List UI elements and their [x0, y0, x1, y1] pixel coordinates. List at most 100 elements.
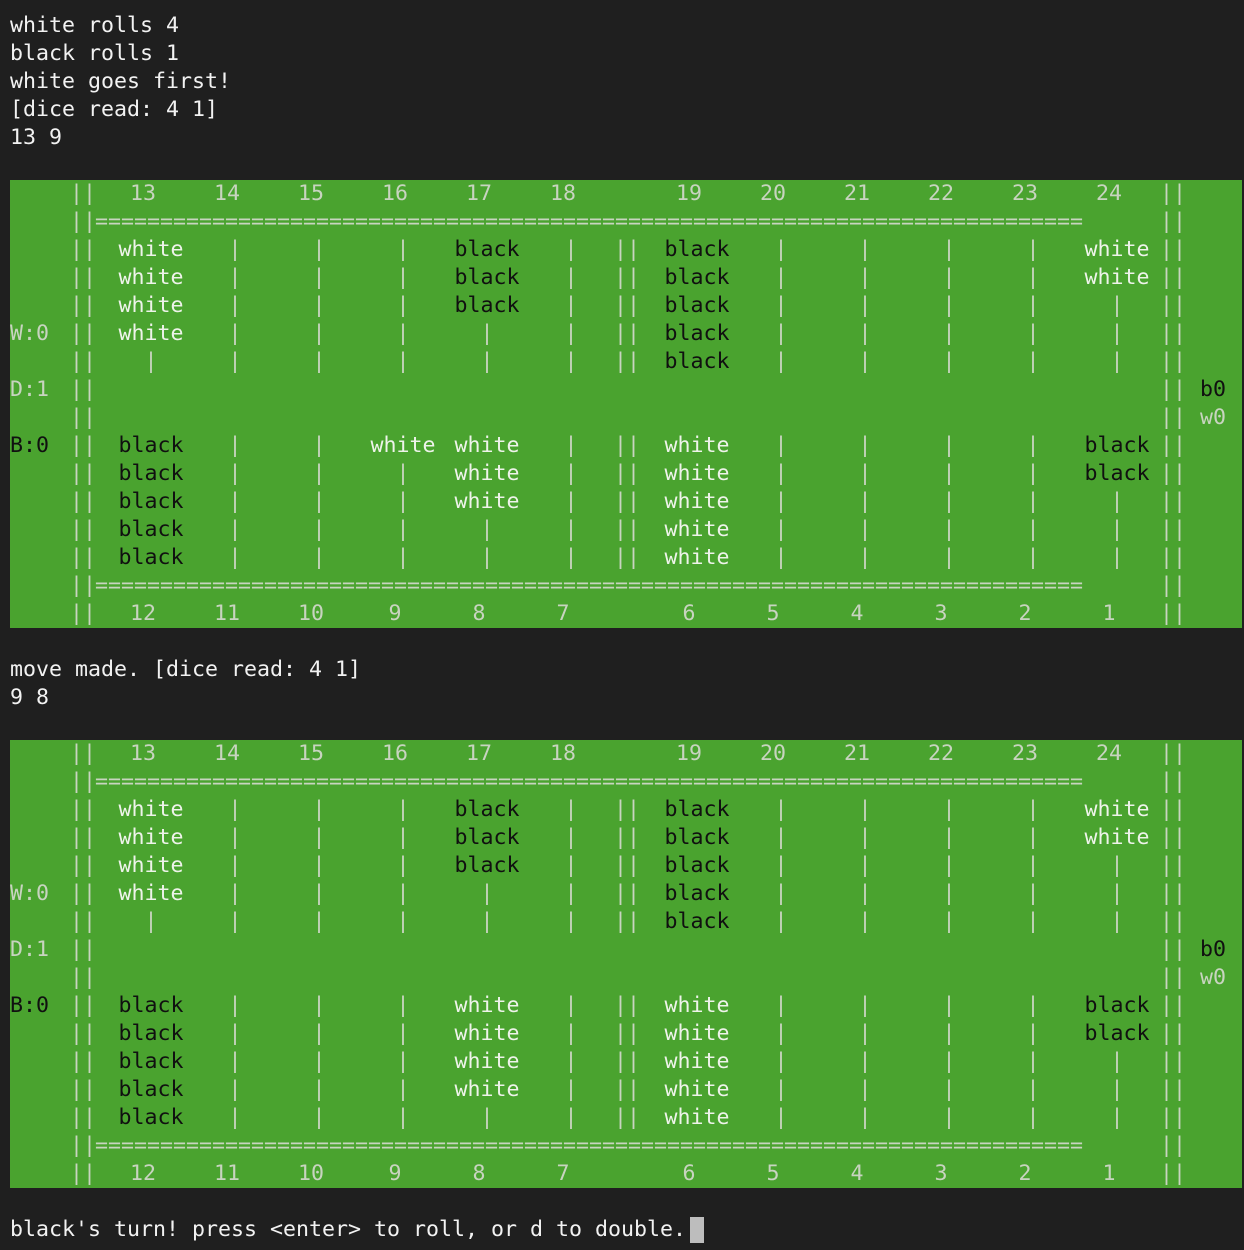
- white-checker: white: [664, 1077, 730, 1102]
- bar-divider: ||: [614, 1077, 641, 1102]
- board-left-border: ||: [70, 881, 97, 906]
- board-left-border: ||: [70, 993, 97, 1018]
- point-number: 6: [682, 601, 696, 626]
- bar-divider: ||: [614, 909, 641, 934]
- empty-point-marker: |: [228, 489, 242, 514]
- point-number: 17: [465, 741, 492, 766]
- white-checker: white: [1084, 825, 1150, 850]
- empty-point-marker: |: [1026, 349, 1040, 374]
- empty-point-marker: |: [564, 881, 578, 906]
- empty-point-marker: |: [942, 293, 956, 318]
- log-line: 13 9: [10, 125, 63, 150]
- log-line: [dice read: 4 1]: [10, 97, 219, 122]
- white-checker: white: [118, 881, 184, 906]
- empty-point-marker: |: [774, 993, 788, 1018]
- empty-point-marker: |: [228, 881, 242, 906]
- empty-point-marker: |: [396, 461, 410, 486]
- bar-divider: ||: [614, 433, 641, 458]
- empty-point-marker: |: [564, 489, 578, 514]
- board-left-border: ||: [70, 797, 97, 822]
- board-left-border: ||: [70, 1077, 97, 1102]
- point-number: 9: [388, 601, 402, 626]
- empty-point-marker: |: [396, 853, 410, 878]
- black-checker: black: [118, 1077, 184, 1102]
- empty-point-marker: |: [774, 517, 788, 542]
- empty-point-marker: |: [228, 1105, 242, 1130]
- empty-point-marker: |: [774, 1077, 788, 1102]
- empty-point-marker: |: [396, 797, 410, 822]
- empty-point-marker: |: [774, 265, 788, 290]
- empty-point-marker: |: [858, 1077, 872, 1102]
- empty-point-marker: |: [312, 461, 326, 486]
- empty-point-marker: |: [1026, 993, 1040, 1018]
- board-right-border: ||: [1160, 209, 1187, 234]
- empty-point-marker: |: [858, 909, 872, 934]
- black-checker: black: [664, 881, 730, 906]
- empty-point-marker: |: [396, 237, 410, 262]
- empty-point-marker: |: [312, 993, 326, 1018]
- empty-point-marker: |: [858, 349, 872, 374]
- board-right-border: ||: [1160, 853, 1187, 878]
- empty-point-marker: |: [396, 545, 410, 570]
- board-left-border: ||: [70, 433, 97, 458]
- bar-divider: ||: [614, 237, 641, 262]
- log-line: 9 8: [10, 685, 50, 710]
- white-checker: white: [664, 433, 730, 458]
- board-right-border: ||: [1160, 489, 1187, 514]
- point-number: 4: [850, 1161, 864, 1186]
- point-number: 14: [213, 741, 240, 766]
- board-left-border: ||: [70, 265, 97, 290]
- board-right-border: ||: [1160, 321, 1187, 346]
- empty-point-marker: |: [1026, 517, 1040, 542]
- board-right-border: ||: [1160, 181, 1187, 206]
- empty-point-marker: |: [396, 1077, 410, 1102]
- empty-point-marker: |: [942, 797, 956, 822]
- bar-divider: ||: [614, 293, 641, 318]
- prompt-text: black's turn! press <enter> to roll, or …: [10, 1217, 687, 1242]
- black-checker: black: [454, 853, 520, 878]
- empty-point-marker: |: [396, 1021, 410, 1046]
- point-number: 21: [843, 181, 870, 206]
- board-right-border: ||: [1160, 881, 1187, 906]
- board-left-border: ||: [70, 1161, 97, 1186]
- empty-point-marker: |: [1110, 1105, 1124, 1130]
- empty-point-marker: |: [774, 237, 788, 262]
- white-checker: white: [454, 489, 520, 514]
- empty-point-marker: |: [228, 461, 242, 486]
- black-checker: black: [1084, 1021, 1150, 1046]
- empty-point-marker: |: [858, 433, 872, 458]
- white-checker: white: [1084, 265, 1150, 290]
- point-number: 2: [1018, 601, 1032, 626]
- point-number: 15: [297, 741, 324, 766]
- empty-point-marker: |: [564, 1077, 578, 1102]
- empty-point-marker: |: [312, 825, 326, 850]
- black-checker: black: [664, 825, 730, 850]
- empty-point-marker: |: [564, 237, 578, 262]
- empty-point-marker: |: [1110, 321, 1124, 346]
- point-number: 22: [927, 741, 954, 766]
- bar-divider: ||: [614, 517, 641, 542]
- empty-point-marker: |: [1110, 293, 1124, 318]
- empty-point-marker: |: [228, 853, 242, 878]
- empty-point-marker: |: [564, 545, 578, 570]
- point-number: 24: [1095, 181, 1122, 206]
- empty-point-marker: |: [1110, 1049, 1124, 1074]
- bar-divider: ||: [614, 797, 641, 822]
- empty-point-marker: |: [396, 881, 410, 906]
- black-checker: black: [1084, 461, 1150, 486]
- board-right-border: ||: [1160, 1161, 1187, 1186]
- black-checker: black: [118, 1049, 184, 1074]
- white-off-label: W:0: [10, 881, 50, 906]
- empty-point-marker: |: [312, 909, 326, 934]
- board-right-border: ||: [1160, 909, 1187, 934]
- empty-point-marker: |: [480, 1105, 494, 1130]
- point-number: 3: [934, 601, 948, 626]
- empty-point-marker: |: [564, 321, 578, 346]
- empty-point-marker: |: [228, 993, 242, 1018]
- board-left-border: ||: [70, 1021, 97, 1046]
- board-right-border: ||: [1160, 349, 1187, 374]
- white-checker: white: [118, 321, 184, 346]
- empty-point-marker: |: [396, 993, 410, 1018]
- command-prompt[interactable]: black's turn! press <enter> to roll, or …: [10, 1216, 705, 1244]
- board-left-border: ||: [70, 321, 97, 346]
